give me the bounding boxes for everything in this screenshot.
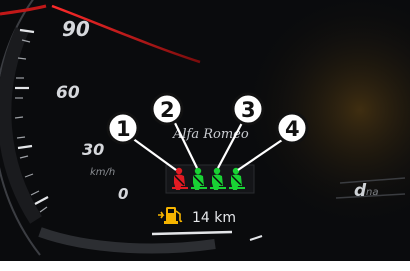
callout-3: 3 (231, 92, 265, 126)
speed-label-90: 90 (62, 17, 90, 41)
drive-mode-suffix: na (366, 187, 378, 198)
callout-4: 4 (275, 111, 309, 145)
ambient-glow (230, 0, 410, 271)
svg-text:2: 2 (160, 98, 175, 122)
fuel-pump-icon (158, 207, 183, 224)
svg-text:3: 3 (241, 98, 256, 122)
speed-unit: km/h (90, 167, 115, 178)
svg-text:4: 4 (285, 117, 300, 141)
fuel-range-value: 14 km (192, 210, 236, 226)
cluster-graphics: 90 60 30 km/h 0 Alfa Romeo 1 2 3 4 14 km… (0, 0, 410, 271)
callout-2: 2 (150, 92, 184, 126)
svg-text:1: 1 (116, 117, 131, 141)
instrument-cluster: 90 60 30 km/h 0 Alfa Romeo 1 2 3 4 14 km… (0, 0, 410, 271)
callout-1: 1 (106, 111, 140, 145)
speed-label-30: 30 (82, 140, 104, 159)
speed-label-60: 60 (56, 83, 80, 103)
speed-label-0: 0 (118, 185, 128, 203)
